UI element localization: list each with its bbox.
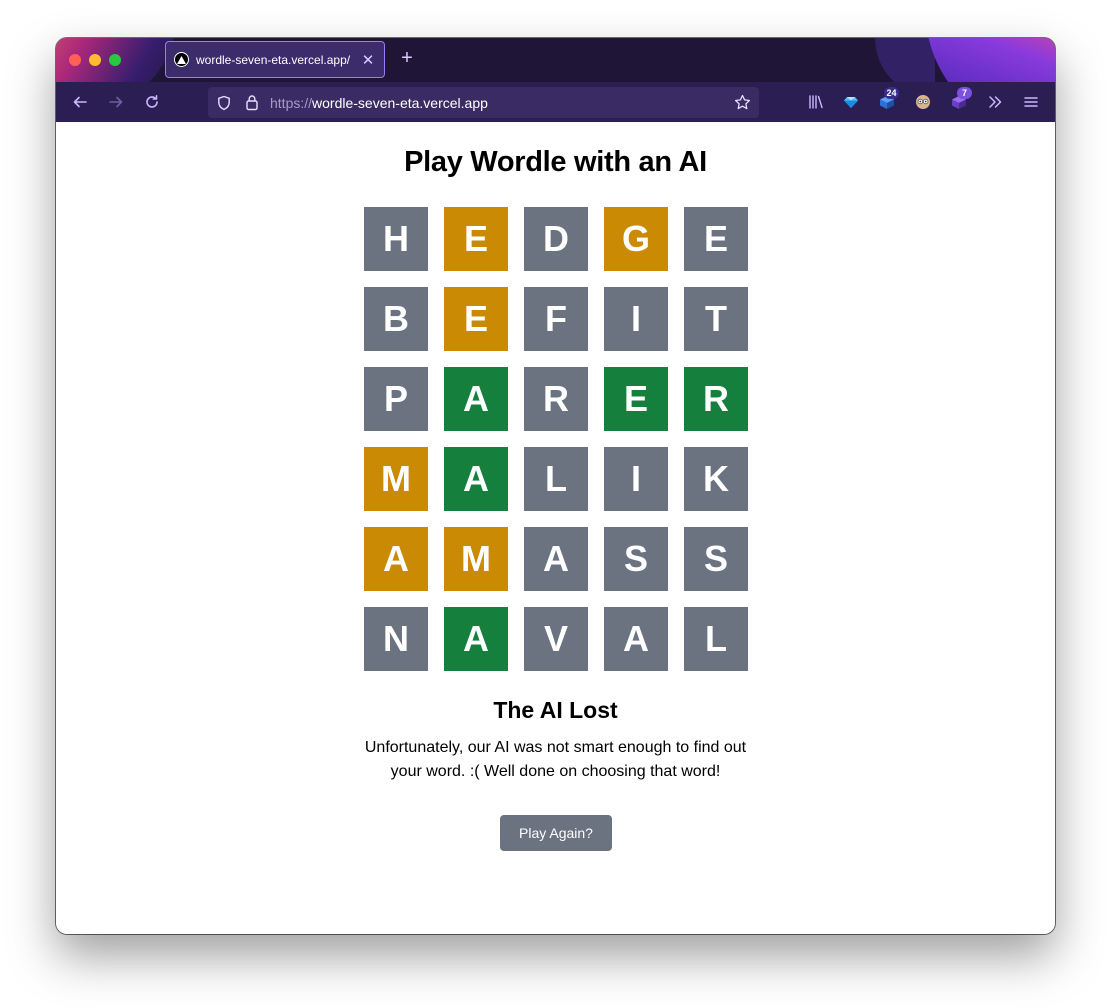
vercel-triangle-icon <box>174 52 189 67</box>
letter-tile: D <box>524 207 588 271</box>
lock-icon[interactable] <box>245 94 259 111</box>
letter-tile: N <box>364 607 428 671</box>
app-menu-button[interactable] <box>1018 89 1044 115</box>
letter-tile: V <box>524 607 588 671</box>
arrow-left-icon <box>73 96 87 108</box>
url-scheme: https:// <box>270 95 313 111</box>
tab-wordle[interactable]: wordle-seven-eta.vercel.app/ ✕ <box>165 41 385 78</box>
letter-tile: A <box>444 607 508 671</box>
overflow-menu-button[interactable] <box>982 89 1008 115</box>
letter-tile: H <box>364 207 428 271</box>
letter-tile: B <box>364 287 428 351</box>
gem-icon <box>844 97 858 108</box>
library-button[interactable] <box>803 89 829 115</box>
letter-tile: I <box>604 287 668 351</box>
letter-tile: A <box>444 447 508 511</box>
letter-tile: S <box>684 527 748 591</box>
extension-box-button[interactable]: 7 <box>946 87 972 115</box>
url-host: wordle-seven-eta.vercel.app <box>312 95 488 111</box>
theme-decoration <box>875 38 935 82</box>
letter-tile: E <box>444 207 508 271</box>
reload-icon <box>146 95 158 108</box>
theme-decoration <box>925 38 1055 82</box>
extension-gem-button[interactable] <box>838 89 864 115</box>
letter-tile: R <box>684 367 748 431</box>
letter-tile: E <box>684 207 748 271</box>
letter-tile: A <box>444 367 508 431</box>
plus-icon[interactable]: + <box>396 47 418 69</box>
letter-tile: L <box>524 447 588 511</box>
star-icon[interactable] <box>734 94 751 111</box>
letter-tile: L <box>684 607 748 671</box>
letter-tile: M <box>364 447 428 511</box>
letter-tile: E <box>604 367 668 431</box>
game-result-message: Unfortunately, our AI was not smart enou… <box>364 739 747 780</box>
letter-tile: A <box>364 527 428 591</box>
forward-button[interactable] <box>103 89 129 115</box>
zoom-window-button[interactable] <box>109 54 121 66</box>
letter-tile: P <box>364 367 428 431</box>
letter-tile: F <box>524 287 588 351</box>
extension-face-button[interactable] <box>910 89 936 115</box>
face-icon <box>916 95 930 109</box>
reload-button[interactable] <box>139 89 165 115</box>
letter-tile: G <box>604 207 668 271</box>
hamburger-menu-icon <box>1024 97 1038 107</box>
close-window-button[interactable] <box>69 54 81 66</box>
letter-tile: I <box>604 447 668 511</box>
shield-icon[interactable] <box>216 95 232 111</box>
page-content: Play Wordle with an AI HEDGEBEFITPARERMA… <box>56 122 1055 934</box>
letter-tile: R <box>524 367 588 431</box>
letter-tile: T <box>684 287 748 351</box>
letter-tile: M <box>444 527 508 591</box>
page-title: Play Wordle with an AI <box>404 146 707 178</box>
letter-tile: A <box>604 607 668 671</box>
url-text[interactable]: https://wordle-seven-eta.vercel.app <box>270 95 488 111</box>
chevron-double-right-icon <box>989 96 1002 108</box>
game-result-title: The AI Lost <box>493 697 618 723</box>
letter-tile: K <box>684 447 748 511</box>
letter-tile: A <box>524 527 588 591</box>
extension-cube-button[interactable]: 24 <box>874 87 900 115</box>
letter-tile: E <box>444 287 508 351</box>
arrow-right-icon <box>109 96 123 108</box>
browser-window: wordle-seven-eta.vercel.app/ ✕ + https:/… <box>56 38 1055 934</box>
close-icon[interactable]: ✕ <box>360 51 376 69</box>
tab-title: wordle-seven-eta.vercel.app/ <box>196 52 351 67</box>
extension-count-badge: 7 <box>957 87 972 99</box>
navigation-toolbar: https://wordle-seven-eta.vercel.app 24 7 <box>56 82 1055 122</box>
address-bar[interactable]: https://wordle-seven-eta.vercel.app <box>208 87 759 118</box>
extension-count-badge: 24 <box>884 87 899 99</box>
minimize-window-button[interactable] <box>89 54 101 66</box>
letter-tile: S <box>604 527 668 591</box>
play-again-button[interactable]: Play Again? <box>500 815 612 851</box>
wordle-board: HEDGEBEFITPARERMALIKAMASSNAVAL <box>364 207 748 671</box>
back-button[interactable] <box>67 89 93 115</box>
tab-strip: wordle-seven-eta.vercel.app/ ✕ + <box>56 38 1055 82</box>
library-icon <box>809 95 823 109</box>
